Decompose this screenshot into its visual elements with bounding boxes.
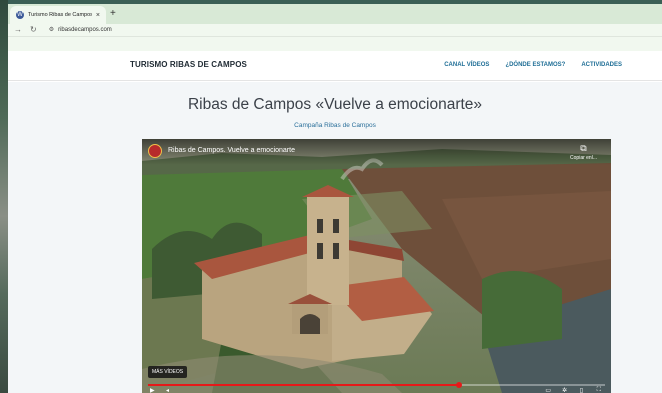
progress-fill (148, 384, 459, 386)
subtitles-icon[interactable]: ▭ (545, 387, 551, 393)
site-nav: CANAL VÍDEOS ¿DÓNDE ESTAMOS? ACTIVIDADES (444, 62, 622, 68)
site-header: TURISMO RIBAS DE CAMPOS CANAL VÍDEOS ¿DÓ… (8, 51, 662, 81)
main-content: Ribas de Campos «Vuelve a emocionarte» C… (8, 82, 662, 393)
video-thumbnail (142, 139, 611, 393)
close-tab-icon[interactable]: × (96, 12, 100, 19)
new-tab-button[interactable]: + (110, 8, 116, 19)
copy-link-label: Copiar enl... (570, 155, 597, 161)
site-info-icon[interactable]: ⚙ (49, 26, 54, 33)
page-title: Ribas de Campos «Vuelve a emocionarte» (187, 96, 483, 113)
tab-title: Turismo Ribas de Campos (28, 12, 92, 18)
nav-link-canal-videos[interactable]: CANAL VÍDEOS (444, 62, 489, 68)
page-subtitle: Campaña Ribas de Campos (294, 122, 376, 129)
address-toolbar: → ↻ ⚙ ribasdecampos.com (8, 23, 662, 37)
more-videos-button[interactable]: MÁS VÍDEOS (148, 366, 188, 378)
play-icon[interactable]: ▶ (150, 387, 155, 393)
volume-icon[interactable]: ◂ (166, 387, 169, 393)
wordpress-favicon-icon: W (16, 11, 24, 19)
player-controls: ▶ ◂ ▭ ✲ ▯ ⛶ (142, 387, 611, 393)
theater-mode-icon[interactable]: ▯ (580, 387, 583, 393)
settings-icon[interactable]: ✲ (562, 387, 567, 393)
browser-tab[interactable]: W Turismo Ribas de Campos × (10, 6, 106, 24)
video-player[interactable]: Ribas de Campos. Vuelve a emocionarte ⧉ … (142, 139, 611, 393)
copy-link-button[interactable]: ⧉ Copiar enl... (570, 143, 597, 161)
reload-icon[interactable]: ↻ (30, 25, 37, 34)
nav-link-donde-estamos[interactable]: ¿DÓNDE ESTAMOS? (505, 62, 565, 68)
bookmarks-bar (8, 37, 662, 51)
browser-window: W Turismo Ribas de Campos × + → ↻ ⚙ riba… (8, 0, 662, 393)
fullscreen-icon[interactable]: ⛶ (597, 387, 601, 393)
video-title[interactable]: Ribas de Campos. Vuelve a emocionarte (168, 147, 295, 154)
tab-strip: W Turismo Ribas de Campos × + (8, 0, 662, 24)
url-text[interactable]: ribasdecampos.com (58, 27, 112, 33)
desktop-background (0, 0, 8, 393)
back-arrow-icon[interactable]: → (14, 25, 22, 34)
progress-bar[interactable] (148, 382, 605, 388)
site-title[interactable]: TURISMO RIBAS DE CAMPOS (130, 60, 247, 69)
channel-crest-avatar[interactable] (148, 144, 162, 158)
copy-link-icon: ⧉ (580, 143, 587, 153)
nav-link-actividades[interactable]: ACTIVIDADES (581, 62, 622, 68)
address-bar[interactable]: ⚙ ribasdecampos.com (45, 25, 656, 35)
